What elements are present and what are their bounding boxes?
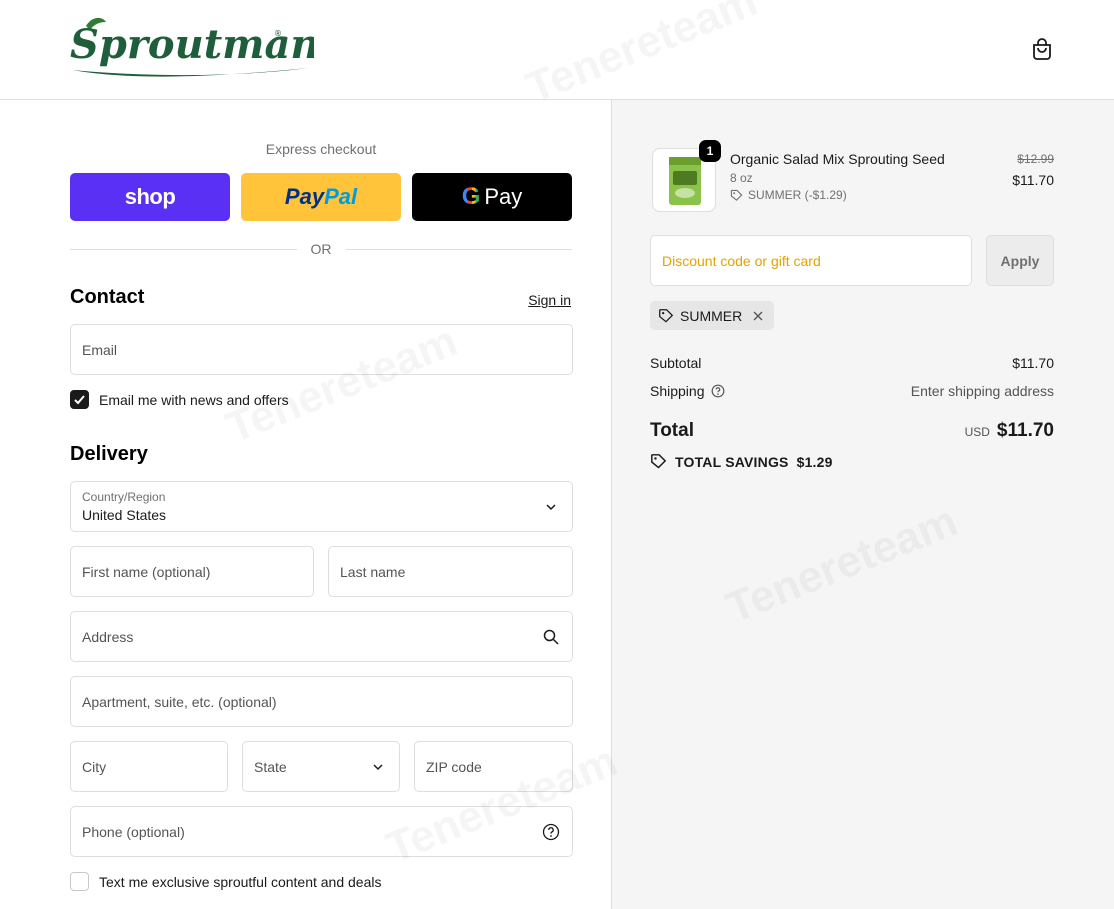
zip-field[interactable]: ZIP code xyxy=(414,741,573,792)
discounted-price: $11.70 xyxy=(1012,172,1054,188)
check-icon xyxy=(74,395,85,405)
total-amount: USD $11.70 xyxy=(965,420,1054,442)
phone-placeholder: Phone (optional) xyxy=(82,823,185,840)
express-checkout-label: Express checkout xyxy=(265,141,377,157)
address-field[interactable]: Address xyxy=(70,611,573,662)
total-currency: USD xyxy=(964,425,990,439)
newsletter-label: Email me with news and offers xyxy=(99,391,289,408)
total-label: Total xyxy=(650,420,694,441)
first-name-placeholder: First name (optional) xyxy=(82,563,211,580)
shop-pay-label: shop xyxy=(124,184,176,209)
logo-mark: Sproutman ® xyxy=(70,17,320,77)
google-g-icon: G xyxy=(461,183,481,210)
order-summary: 1 Organic Salad Mix Sprouting Seed 8 oz … xyxy=(612,100,1114,909)
tag-icon xyxy=(659,308,674,323)
subtotal-label: Subtotal xyxy=(650,355,702,371)
paypal-button[interactable]: Pay Pal xyxy=(241,173,401,221)
country-select[interactable]: Country/Region United States xyxy=(70,481,573,532)
email-placeholder: Email xyxy=(82,341,118,358)
apply-discount-button[interactable]: Apply xyxy=(986,235,1054,286)
paypal-label-pal: Pal xyxy=(324,184,358,209)
country-label: Country/Region xyxy=(82,490,166,504)
address-placeholder: Address xyxy=(82,628,134,645)
tag-icon xyxy=(651,454,667,469)
apartment-field[interactable]: Apartment, suite, etc. (optional) xyxy=(70,676,573,727)
product-discount: SUMMER (-$1.29) xyxy=(730,188,847,202)
chevron-down-icon xyxy=(546,503,556,510)
shop-pay-button[interactable]: shop xyxy=(70,173,230,221)
or-divider: OR xyxy=(70,240,572,258)
shipping-label-wrap: Shipping xyxy=(650,383,725,399)
product-variant: 8 oz xyxy=(730,171,753,185)
checkout-form: Express checkout shop Pay Pal G Pay OR Co… xyxy=(0,100,612,909)
google-pay-button[interactable]: G Pay xyxy=(412,173,572,221)
total-savings: TOTAL SAVINGS $1.29 xyxy=(650,453,833,470)
last-name-field[interactable]: Last name xyxy=(328,546,573,597)
country-value: United States xyxy=(82,507,167,523)
shipping-label: Shipping xyxy=(650,383,705,399)
zip-placeholder: ZIP code xyxy=(426,758,482,775)
google-pay-label: Pay xyxy=(484,184,523,209)
logo-registered: ® xyxy=(274,29,282,38)
delivery-title: Delivery xyxy=(70,443,148,465)
city-placeholder: City xyxy=(82,758,107,775)
divider-line xyxy=(70,248,297,250)
search-icon xyxy=(543,629,559,645)
or-label: OR xyxy=(310,241,332,257)
state-placeholder: State xyxy=(254,758,287,775)
discount-placeholder: Discount code or gift card xyxy=(662,252,821,269)
help-circle-icon[interactable] xyxy=(542,823,560,841)
contact-title: Contact xyxy=(70,286,145,308)
total-row: Total USD $11.70 xyxy=(650,420,1054,442)
sign-in-link[interactable]: Sign in xyxy=(528,292,571,308)
chevron-down-icon xyxy=(373,763,383,770)
help-circle-icon[interactable] xyxy=(711,384,725,398)
subtotal-value: $11.70 xyxy=(1012,355,1054,371)
sms-checkbox-row[interactable]: Text me exclusive sproutful content and … xyxy=(70,872,382,891)
first-name-field[interactable]: First name (optional) xyxy=(70,546,314,597)
city-field[interactable]: City xyxy=(70,741,228,792)
product-discount-text: SUMMER (-$1.29) xyxy=(748,188,847,202)
sms-label: Text me exclusive sproutful content and … xyxy=(99,873,382,890)
tag-icon xyxy=(730,189,743,201)
discount-code-field[interactable]: Discount code or gift card xyxy=(650,235,972,286)
savings-label: TOTAL SAVINGS xyxy=(675,453,789,470)
shipping-value: Enter shipping address xyxy=(910,383,1054,399)
newsletter-checkbox-row[interactable]: Email me with news and offers xyxy=(70,390,289,409)
applied-discount-chip: SUMMER xyxy=(650,301,775,330)
apartment-placeholder: Apartment, suite, etc. (optional) xyxy=(82,693,277,710)
header: Sproutman ® xyxy=(0,0,1114,100)
original-price: $12.99 xyxy=(1017,152,1054,166)
last-name-placeholder: Last name xyxy=(340,563,406,580)
applied-code: SUMMER xyxy=(680,307,743,324)
quantity-badge: 1 xyxy=(699,140,721,162)
sms-checkbox[interactable] xyxy=(70,872,89,891)
remove-discount-icon[interactable] xyxy=(752,310,764,322)
product-name: Organic Salad Mix Sprouting Seed xyxy=(730,151,945,167)
email-field[interactable]: Email xyxy=(70,324,573,375)
shipping-row: Shipping Enter shipping address xyxy=(650,383,1054,399)
state-select[interactable]: State xyxy=(242,741,400,792)
phone-field[interactable]: Phone (optional) xyxy=(70,806,573,857)
sproutman-logo[interactable]: Sproutman ® xyxy=(68,14,320,80)
paypal-label-pay: Pay xyxy=(284,184,325,209)
divider-line xyxy=(345,248,572,250)
newsletter-checkbox[interactable] xyxy=(70,390,89,409)
total-value: $11.70 xyxy=(996,420,1054,441)
subtotal-row: Subtotal $11.70 xyxy=(650,355,1054,371)
savings-value: $1.29 xyxy=(796,453,833,470)
shopping-bag-icon[interactable] xyxy=(1029,36,1055,62)
